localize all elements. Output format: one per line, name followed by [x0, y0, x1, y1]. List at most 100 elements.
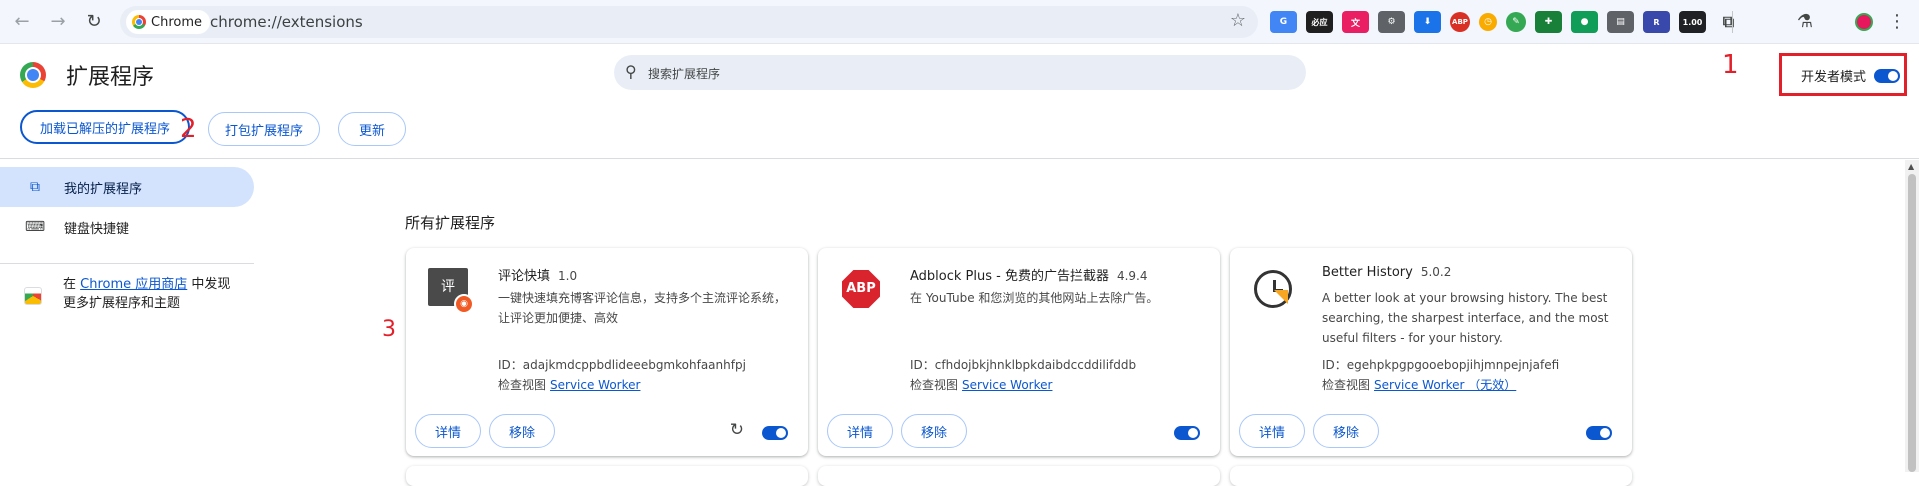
sidebar-item-label: 键盘快捷键 [64, 221, 130, 237]
scrollbar-thumb[interactable] [1908, 174, 1916, 472]
id-value: adajkmdcppbdlideeebgmkohfaanhfpj [522, 358, 746, 372]
pink-extension-icon[interactable]: 文 [1342, 11, 1369, 33]
search-icon: ⚲ [625, 62, 637, 81]
sidebar-divider [0, 263, 254, 264]
gear-extension-icon[interactable]: ⚙ [1378, 11, 1405, 33]
extension-card: ABP Adblock Plus - 免费的广告拦截器 4.9.4 在 YouTu… [818, 248, 1220, 456]
extension-card: Better History 5.0.2 A better look at you… [1230, 248, 1632, 456]
extension-card-partial [818, 466, 1220, 486]
store-prefix: 在 [63, 277, 81, 292]
reload-extension-icon[interactable]: ↻ [730, 420, 744, 440]
extension-icon: ⧉ [30, 179, 40, 195]
service-worker-link[interactable]: Service Worker [550, 378, 640, 392]
sidebar-item-keyboard-shortcuts[interactable]: ⌨ 键盘快捷键 [0, 207, 254, 247]
toolbar-separator [1732, 11, 1733, 33]
green-extension-icon[interactable]: ✎ [1506, 12, 1526, 32]
reload-icon[interactable]: ↻ [82, 10, 106, 34]
web-store-link[interactable]: Chrome 应用商店 [80, 277, 187, 292]
sidebar-item-my-extensions[interactable]: ⧉ 我的扩展程序 [0, 167, 254, 207]
service-worker-link[interactable]: Service Worker [962, 378, 1052, 392]
extension-card-partial [1230, 466, 1632, 486]
pack-extension-button[interactable]: 打包扩展程序 [208, 112, 320, 146]
details-button[interactable]: 详情 [827, 414, 893, 448]
web-store-icon [24, 287, 42, 305]
adblock-toolbar-icon[interactable]: ABP [1450, 12, 1470, 32]
address-bar[interactable]: Chrome chrome://extensions ☆ [120, 6, 1258, 38]
extension-enable-toggle[interactable] [762, 426, 788, 440]
annotation-2: 2 [180, 114, 197, 144]
menu-kebab-icon[interactable]: ⋮ [1885, 10, 1909, 34]
load-unpacked-button[interactable]: 加载已解压的扩展程序 [20, 110, 190, 144]
developer-mode-label: 开发者模式 [1801, 70, 1867, 85]
translate-icon[interactable]: G [1270, 11, 1297, 33]
inspect-views: 检查视图 Service Worker （无效） [1322, 376, 1516, 393]
chrome-logo-icon [20, 62, 46, 88]
site-info-chip[interactable]: Chrome [126, 10, 210, 34]
extension-id: ID：cfhdojbkjhnklbpkdaibdccddilifddb [910, 356, 1136, 373]
id-value: egehpkpgpgooebopjihjmnpejnjafefi [1346, 358, 1560, 372]
reader-extension-icon[interactable]: ▤ [1607, 11, 1634, 33]
annotation-1: 1 [1722, 50, 1739, 80]
extension-description: 在 YouTube 和您浏览的其他网站上去除广告。 [910, 291, 1159, 305]
extension-version: 5.0.2 [1420, 265, 1452, 279]
url-text[interactable]: chrome://extensions [210, 13, 363, 31]
service-worker-link[interactable]: Service Worker （无效） [1374, 378, 1516, 392]
inspect-views: 检查视图 Service Worker [910, 376, 1052, 393]
abp-icon: ABP [840, 268, 886, 314]
extension-name-line: Better History 5.0.2 [1322, 265, 1451, 280]
forward-arrow-icon[interactable]: → [46, 10, 70, 34]
remove-button[interactable]: 移除 [901, 414, 967, 448]
sidebar-item-label: 我的扩展程序 [64, 181, 143, 197]
remove-button[interactable]: 移除 [489, 414, 555, 448]
id-label: ID： [910, 358, 935, 372]
id-label: ID： [498, 358, 523, 372]
developer-mode-toggle[interactable] [1874, 69, 1900, 83]
keyboard-icon: ⌨ [24, 219, 46, 235]
profile-avatar[interactable] [1852, 10, 1876, 34]
site-chip-label: Chrome [151, 14, 202, 30]
page-title: 扩展程序 [66, 65, 155, 90]
extension-id: ID：adajkmdcppbdlideeebgmkohfaanhfpj [498, 356, 746, 373]
extension-enable-toggle[interactable] [1586, 426, 1612, 440]
chrome-logo-icon [132, 15, 146, 29]
id-label: ID： [1322, 358, 1347, 372]
extension-name: 评论快填 [498, 269, 551, 284]
search-placeholder: 搜索扩展程序 [648, 67, 721, 81]
labs-flask-icon[interactable]: ⚗ [1793, 10, 1817, 34]
annotation-3: 3 [382, 317, 396, 342]
extension-id: ID：egehpkpgpgooebopjihjmnpejnjafefi [1322, 356, 1559, 373]
comment-fill-icon: 评 ◉ [428, 268, 474, 314]
inspect-views: 检查视图 Service Worker [498, 376, 640, 393]
details-button[interactable]: 详情 [1239, 414, 1305, 448]
details-button[interactable]: 详情 [415, 414, 481, 448]
puzzle-green-icon[interactable]: ✚ [1535, 11, 1562, 33]
inspect-views-label: 检查视图 [910, 378, 959, 392]
bing-badge-icon[interactable]: 必应 [1306, 11, 1333, 33]
inspect-views-label: 检查视图 [1322, 378, 1371, 392]
extensions-puzzle-icon[interactable]: ⧉ [1715, 11, 1742, 33]
clock-extension-icon[interactable]: ◷ [1479, 13, 1497, 31]
bookmark-star-icon[interactable]: ☆ [1230, 10, 1246, 31]
extension-name: Better History [1322, 265, 1413, 280]
remove-button[interactable]: 移除 [1313, 414, 1379, 448]
download-extension-icon[interactable]: ⬇ [1414, 11, 1441, 33]
blue-extension-icon[interactable]: R [1643, 11, 1670, 33]
extension-description: A better look at your browsing history. … [1322, 291, 1609, 345]
back-arrow-icon[interactable]: ← [10, 10, 34, 34]
scrollbar[interactable]: ▲ [1905, 160, 1919, 472]
extension-name: Adblock Plus - 免费的广告拦截器 [910, 269, 1109, 284]
globe-extension-icon[interactable]: ● [1571, 11, 1598, 33]
extension-icons-tray: G 必应 文 ⚙ ⬇ ABP ◷ ✎ ✚ ● ▤ R 1.00 ⧉ [1270, 9, 1742, 35]
developer-mode-highlight: 开发者模式 [1779, 53, 1907, 96]
browser-toolbar: ← → ↻ Chrome chrome://extensions ☆ G 必应 … [0, 0, 1919, 44]
extension-version: 1.0 [558, 269, 578, 283]
version-badge-icon[interactable]: 1.00 [1679, 11, 1706, 33]
extension-enable-toggle[interactable] [1174, 426, 1200, 440]
id-value: cfhdojbkjhnklbpkdaibdccddilifddb [934, 358, 1137, 372]
extension-version: 4.9.4 [1116, 269, 1148, 283]
search-input[interactable]: ⚲ 搜索扩展程序 [614, 55, 1306, 90]
update-button[interactable]: 更新 [338, 112, 406, 146]
inspect-views-label: 检查视图 [498, 378, 547, 392]
scroll-up-arrow-icon[interactable]: ▲ [1908, 162, 1914, 171]
extension-name-line: 评论快填 1.0 [498, 265, 577, 284]
